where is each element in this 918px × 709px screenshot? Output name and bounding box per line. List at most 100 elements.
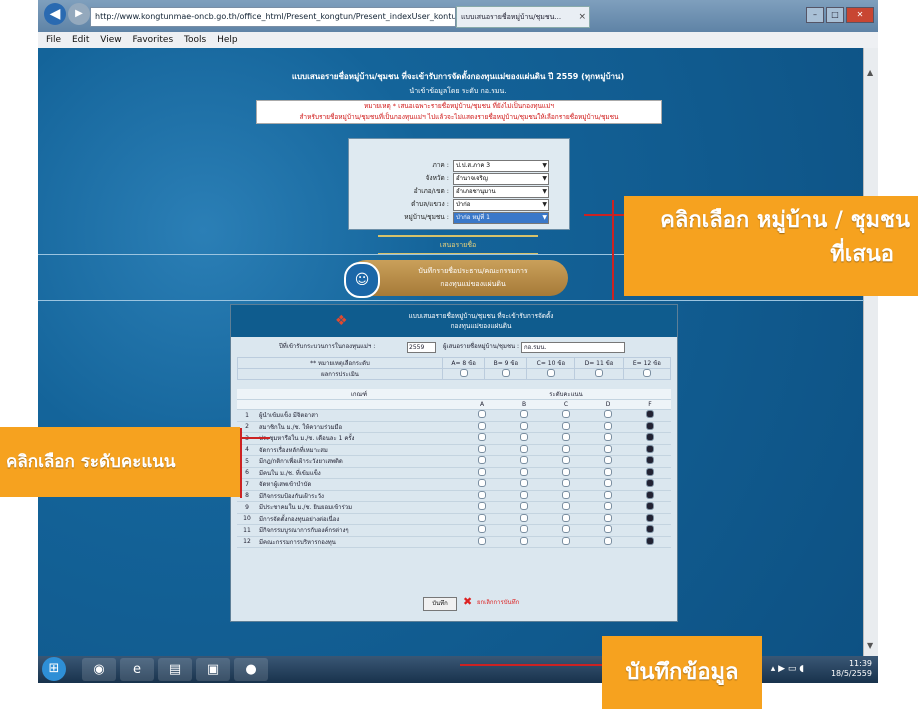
- assessment-radio-e[interactable]: [642, 369, 651, 377]
- score-radio-d[interactable]: [604, 456, 612, 465]
- score-radio-b[interactable]: [520, 444, 528, 453]
- score-radio-c[interactable]: [562, 513, 570, 522]
- minimize-button[interactable]: –: [806, 7, 824, 23]
- score-radio-b[interactable]: [520, 421, 528, 430]
- assessment-radio-d[interactable]: [594, 369, 603, 377]
- score-radio-b[interactable]: [520, 502, 528, 511]
- score-radio-f[interactable]: [646, 410, 654, 419]
- score-radio-f[interactable]: [646, 513, 654, 522]
- score-radio-d[interactable]: [604, 525, 612, 534]
- region-select[interactable]: ป.ป.ส.ภาค 3 ▼: [453, 160, 549, 172]
- score-radio-a[interactable]: [478, 456, 486, 465]
- score-radio-a[interactable]: [478, 536, 486, 545]
- subdistrict-select[interactable]: ป่าก่อ ▼: [453, 199, 549, 211]
- score-radio-c[interactable]: [562, 490, 570, 499]
- assessment-radio-a[interactable]: [459, 369, 468, 377]
- menu-view[interactable]: View: [100, 35, 121, 45]
- score-radio-a[interactable]: [478, 502, 486, 511]
- score-radio-b[interactable]: [520, 536, 528, 545]
- score-radio-a[interactable]: [478, 513, 486, 522]
- score-radio-d[interactable]: [604, 467, 612, 476]
- assessment-radio-b[interactable]: [501, 369, 510, 377]
- score-radio-c[interactable]: [562, 433, 570, 442]
- line-app-icon[interactable]: ●: [234, 658, 268, 681]
- score-radio-a[interactable]: [478, 410, 486, 419]
- score-radio-d[interactable]: [604, 513, 612, 522]
- score-radio-f[interactable]: [646, 502, 654, 511]
- score-radio-f[interactable]: [646, 456, 654, 465]
- browser-tab[interactable]: แบบเสนอรายชื่อหมู่บ้าน/ชุมชน... ×: [456, 6, 590, 28]
- maximize-button[interactable]: □: [826, 7, 844, 23]
- score-radio-b[interactable]: [520, 433, 528, 442]
- score-radio-b[interactable]: [520, 513, 528, 522]
- score-radio-a[interactable]: [478, 433, 486, 442]
- score-radio-f[interactable]: [646, 444, 654, 453]
- back-icon[interactable]: ◀: [44, 3, 66, 25]
- score-radio-d[interactable]: [604, 444, 612, 453]
- scroll-up-icon[interactable]: ▲: [867, 68, 873, 77]
- score-radio-a[interactable]: [478, 525, 486, 534]
- score-radio-c[interactable]: [562, 467, 570, 476]
- tray-icons[interactable]: ▴ ▶ ▭ ◖: [771, 664, 804, 674]
- score-radio-a[interactable]: [478, 490, 486, 499]
- district-select[interactable]: อำเภอชานุมาน ▼: [453, 186, 549, 198]
- score-radio-b[interactable]: [520, 456, 528, 465]
- village-select[interactable]: ป่าก่อ หมู่ที่ 1 ▼: [453, 212, 549, 224]
- score-radio-f[interactable]: [646, 479, 654, 488]
- save-button[interactable]: บันทึก: [423, 597, 457, 611]
- org-select[interactable]: กอ.รมน.: [521, 342, 625, 353]
- score-radio-d[interactable]: [604, 433, 612, 442]
- score-radio-a[interactable]: [478, 467, 486, 476]
- window-icon[interactable]: ▣: [196, 658, 230, 681]
- address-bar[interactable]: http://www.kongtunmae-oncb.go.th/office_…: [90, 7, 456, 27]
- score-radio-b[interactable]: [520, 525, 528, 534]
- score-radio-b[interactable]: [520, 467, 528, 476]
- propose-button[interactable]: เสนอรายชื่อ: [378, 235, 538, 255]
- score-radio-c[interactable]: [562, 421, 570, 430]
- score-radio-c[interactable]: [562, 456, 570, 465]
- cancel-save-link[interactable]: ยกเลิกการบันทึก: [477, 597, 519, 609]
- folder-icon[interactable]: ▤: [158, 658, 192, 681]
- score-radio-d[interactable]: [604, 410, 612, 419]
- score-radio-d[interactable]: [604, 536, 612, 545]
- score-radio-d[interactable]: [604, 502, 612, 511]
- score-radio-f[interactable]: [646, 525, 654, 534]
- vertical-scrollbar[interactable]: ▲ ▼: [863, 48, 878, 656]
- ie-icon[interactable]: e: [120, 658, 154, 681]
- scroll-down-icon[interactable]: ▼: [867, 641, 873, 650]
- score-radio-f[interactable]: [646, 467, 654, 476]
- score-radio-d[interactable]: [604, 479, 612, 488]
- score-radio-f[interactable]: [646, 433, 654, 442]
- score-radio-a[interactable]: [478, 479, 486, 488]
- committee-banner-button[interactable]: ☺ บันทึกรายชื่อประธาน/คณะกรรมการ กองทุนแ…: [344, 260, 568, 298]
- score-radio-b[interactable]: [520, 479, 528, 488]
- score-radio-c[interactable]: [562, 444, 570, 453]
- menu-tools[interactable]: Tools: [184, 35, 206, 45]
- menu-help[interactable]: Help: [217, 35, 238, 45]
- forward-icon[interactable]: ▶: [68, 3, 90, 25]
- menu-favorites[interactable]: Favorites: [132, 35, 173, 45]
- tab-close-icon[interactable]: ×: [578, 7, 586, 27]
- score-radio-b[interactable]: [520, 490, 528, 499]
- clock[interactable]: 11:39 18/5/2559: [831, 659, 872, 679]
- score-radio-f[interactable]: [646, 536, 654, 545]
- score-radio-c[interactable]: [562, 502, 570, 511]
- assessment-radio-c[interactable]: [546, 369, 555, 377]
- province-select[interactable]: อำนาจเจริญ ▼: [453, 173, 549, 185]
- close-button[interactable]: ✕: [846, 7, 874, 23]
- score-radio-b[interactable]: [520, 410, 528, 419]
- menu-edit[interactable]: Edit: [72, 35, 89, 45]
- score-radio-d[interactable]: [604, 490, 612, 499]
- score-radio-c[interactable]: [562, 536, 570, 545]
- start-button[interactable]: ⊞: [42, 657, 66, 681]
- score-radio-c[interactable]: [562, 410, 570, 419]
- score-radio-c[interactable]: [562, 525, 570, 534]
- menu-file[interactable]: File: [46, 35, 61, 45]
- score-radio-f[interactable]: [646, 421, 654, 430]
- score-radio-d[interactable]: [604, 421, 612, 430]
- score-radio-a[interactable]: [478, 444, 486, 453]
- score-radio-a[interactable]: [478, 421, 486, 430]
- chrome-icon[interactable]: ◉: [82, 658, 116, 681]
- score-radio-c[interactable]: [562, 479, 570, 488]
- score-radio-f[interactable]: [646, 490, 654, 499]
